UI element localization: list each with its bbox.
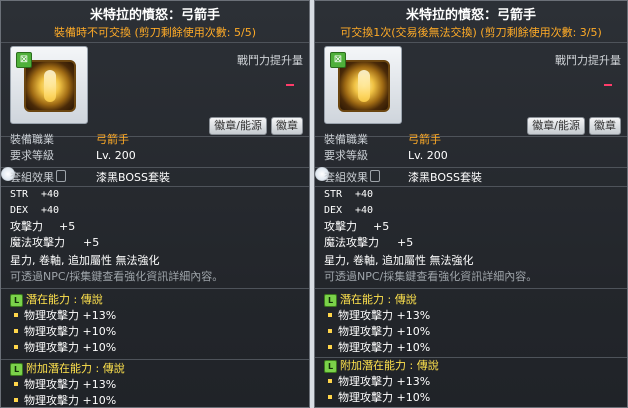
emblem-energy-button[interactable]: 徽章/能源 xyxy=(209,117,267,135)
combat-power-label: 戰鬥力提升量 xyxy=(237,54,303,67)
set-effect-value: 漆黑BOSS套裝 xyxy=(408,171,482,184)
additional-potential-line: 物理攻擊力 +13% xyxy=(14,377,116,392)
potential-line: 物理攻擊力 +10% xyxy=(328,324,430,339)
tradeable-badge-icon: ⊠ xyxy=(16,52,32,68)
npc-hint: 可透過NPC/採集鍵查看強化資訊詳細內容。 xyxy=(324,270,538,283)
stat-label-dex: DEX xyxy=(10,205,29,216)
job-value: 弓箭手 xyxy=(96,133,129,146)
potential-title: L 潛在能力 : 傳說 xyxy=(10,292,103,307)
combat-power-indicator xyxy=(604,84,612,86)
upgrade-note: 星力, 卷軸, 追加屬性 無法強化 xyxy=(10,254,160,267)
combat-power-label: 戰鬥力提升量 xyxy=(555,54,621,67)
divider xyxy=(315,288,627,289)
potential-line: 物理攻擊力 +13% xyxy=(328,308,430,323)
potential-line: 物理攻擊力 +10% xyxy=(14,324,116,339)
level-label: 要求等級 xyxy=(324,149,368,162)
emblem-energy-button[interactable]: 徽章/能源 xyxy=(527,117,585,135)
divider xyxy=(1,288,309,289)
tag-button-row: 徽章/能源 徽章 xyxy=(209,117,303,135)
potential-line: 物理攻擊力 +10% xyxy=(328,340,430,355)
set-effect-label: 套組效果 xyxy=(10,170,66,185)
item-tooltip-left: 米特拉的憤怒：弓箭手 裝備時不可交換 (剪刀剩餘使用次數: 5/5) ⊠ 戰鬥力… xyxy=(0,0,310,408)
stat-value-dex: +40 xyxy=(355,205,374,216)
level-label: 要求等級 xyxy=(10,149,54,162)
stat-value-str: +40 xyxy=(41,189,60,200)
stat-value-atk: +5 xyxy=(59,220,76,233)
item-trade-status: 可交換1次(交易後無法交換) (剪刀剩餘使用次數: 3/5) xyxy=(340,26,602,39)
set-effect-icon xyxy=(370,170,380,182)
legendary-grade-icon: L xyxy=(324,360,337,373)
stat-label-atk: 攻擊力 xyxy=(10,220,43,233)
golden-emblem-icon xyxy=(338,60,390,112)
item-title: 米特拉的憤怒：弓箭手 xyxy=(89,8,220,23)
item-icon-box: ⊠ xyxy=(10,46,88,124)
additional-potential-title: L 附加潛在能力 : 傳說 xyxy=(324,358,439,373)
stat-label-matk: 魔法攻擊力 xyxy=(10,236,65,249)
header-divider xyxy=(315,42,627,43)
legendary-grade-icon: L xyxy=(324,294,337,307)
stat-value-str: +40 xyxy=(355,189,374,200)
additional-potential-line: 物理攻擊力 +10% xyxy=(14,393,116,407)
stat-label-str: STR xyxy=(10,189,29,200)
divider xyxy=(315,167,627,168)
job-label: 裝備職業 xyxy=(10,133,54,146)
set-effect-value: 漆黑BOSS套裝 xyxy=(96,171,170,184)
tradeable-badge-icon: ⊠ xyxy=(330,52,346,68)
job-label: 裝備職業 xyxy=(324,133,368,146)
job-value: 弓箭手 xyxy=(408,133,441,146)
golden-emblem-icon xyxy=(24,60,76,112)
item-icon-box: ⊠ xyxy=(324,46,402,124)
stat-label-str: STR xyxy=(324,189,343,200)
emblem-button[interactable]: 徽章 xyxy=(589,117,621,135)
additional-potential-line: 物理攻擊力 +10% xyxy=(328,390,430,405)
set-effect-label: 套組效果 xyxy=(324,170,380,185)
tag-button-row: 徽章/能源 徽章 xyxy=(527,117,621,135)
additional-potential-line: 物理攻擊力 +13% xyxy=(328,374,430,389)
emblem-button[interactable]: 徽章 xyxy=(271,117,303,135)
combat-power-indicator xyxy=(286,84,294,86)
level-value: Lv. 200 xyxy=(408,149,448,162)
item-tooltip-right: 米特拉的憤怒：弓箭手 可交換1次(交易後無法交換) (剪刀剩餘使用次數: 3/5… xyxy=(314,0,628,408)
divider xyxy=(1,167,309,168)
legendary-grade-icon: L xyxy=(10,294,23,307)
upgrade-note: 星力, 卷軸, 追加屬性 無法強化 xyxy=(324,254,474,267)
stat-value-matk: +5 xyxy=(83,236,100,249)
item-title: 米特拉的憤怒：弓箭手 xyxy=(405,8,536,23)
stat-value-atk: +5 xyxy=(373,220,390,233)
header-divider xyxy=(1,42,309,43)
stat-label-atk: 攻擊力 xyxy=(324,220,357,233)
item-trade-status: 裝備時不可交換 (剪刀剩餘使用次數: 5/5) xyxy=(54,26,256,39)
additional-potential-title: L 附加潛在能力 : 傳說 xyxy=(10,361,125,376)
potential-line: 物理攻擊力 +13% xyxy=(14,308,116,323)
potential-title: L 潛在能力 : 傳說 xyxy=(324,292,417,307)
divider xyxy=(1,359,309,360)
potential-line: 物理攻擊力 +10% xyxy=(14,340,116,355)
legendary-grade-icon: L xyxy=(10,363,23,376)
stat-label-dex: DEX xyxy=(324,205,343,216)
level-value: Lv. 200 xyxy=(96,149,136,162)
stat-label-matk: 魔法攻擊力 xyxy=(324,236,379,249)
stat-value-matk: +5 xyxy=(397,236,414,249)
stat-value-dex: +40 xyxy=(41,205,60,216)
set-effect-icon xyxy=(56,170,66,182)
npc-hint: 可透過NPC/採集鍵查看強化資訊詳細內容。 xyxy=(10,270,224,283)
